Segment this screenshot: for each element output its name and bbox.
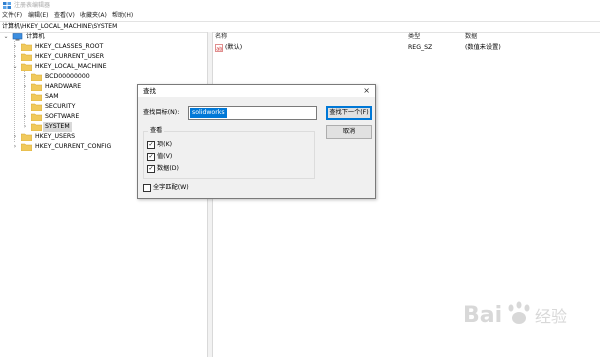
close-icon[interactable]: × (363, 85, 370, 97)
chevron-right-icon[interactable]: › (11, 132, 19, 142)
column-header-data[interactable]: 数据 (465, 32, 477, 42)
window-title: 注册表编辑器 (14, 2, 51, 9)
tree-item-label: 计算机 (26, 33, 45, 40)
chevron-right-icon[interactable]: › (21, 112, 29, 122)
find-label: 查找目标(N): (143, 109, 180, 116)
value-name: (默认) (225, 44, 243, 51)
dialog-title-bar[interactable]: 查找 × (138, 85, 375, 97)
tree-item-label: SOFTWARE (45, 113, 80, 120)
folder-icon (21, 53, 32, 61)
dialog-title: 查找 (143, 87, 156, 95)
tree-item-label: BCD00000000 (45, 73, 90, 80)
folder-icon (21, 133, 32, 141)
regedit-icon (3, 2, 11, 9)
string-value-icon: ab (215, 44, 223, 52)
checkbox-checked-icon: ✓ (147, 165, 155, 173)
chevron-right-icon[interactable]: › (11, 42, 19, 52)
menu-help[interactable]: 帮助(H) (112, 11, 133, 21)
address-text: 计算机\HKEY_LOCAL_MACHINE\SYSTEM (2, 23, 118, 30)
chevron-right-icon[interactable]: › (21, 82, 29, 92)
folder-open-icon (21, 63, 32, 71)
tree-item-label: HKEY_LOCAL_MACHINE (35, 63, 107, 70)
svg-text:经验: 经验 (535, 307, 567, 326)
value-type: REG_SZ (408, 44, 433, 51)
checkbox-label: 值(V) (157, 153, 173, 160)
svg-text:Bai: Bai (463, 303, 502, 328)
folder-icon (31, 93, 42, 101)
tree-item-label: SAM (45, 93, 59, 100)
baidu-watermark: Bai 经验 (463, 294, 583, 334)
checkbox-checked-icon: ✓ (147, 153, 155, 161)
chevron-down-icon[interactable]: ⌄ (2, 32, 10, 42)
tree-item-label: HKEY_USERS (35, 133, 76, 140)
menu-edit[interactable]: 编辑(E) (28, 11, 48, 21)
computer-icon (12, 33, 23, 41)
folder-icon (31, 73, 42, 81)
menu-bar: 文件(F) 编辑(E) 查看(V) 收藏夹(A) 帮助(H) (0, 11, 600, 21)
group-label: 查看 (148, 126, 165, 136)
find-next-button[interactable]: 查找下一个(F) (326, 106, 372, 120)
menu-favorites[interactable]: 收藏夹(A) (80, 11, 107, 21)
tree-item-label: SYSTEM (43, 122, 72, 132)
checkbox-label: 全字匹配(W) (153, 184, 189, 191)
chevron-right-icon[interactable]: › (21, 122, 29, 132)
menu-view[interactable]: 查看(V) (54, 11, 75, 21)
folder-icon (21, 43, 32, 51)
folder-icon (31, 83, 42, 91)
checkbox-label: 项(K) (157, 141, 173, 148)
svg-text:ab: ab (216, 46, 222, 52)
checkbox-checked-icon: ✓ (147, 141, 155, 149)
find-input[interactable]: solidworks (188, 106, 317, 120)
chevron-right-icon[interactable]: › (11, 52, 19, 62)
tree-item-label: HKEY_CURRENT_USER (35, 53, 105, 60)
cancel-button[interactable]: 取消 (326, 125, 372, 139)
folder-icon (31, 123, 42, 131)
baidu-logo: Bai 经验 (463, 301, 567, 328)
column-header-name[interactable]: 名称 (215, 32, 227, 42)
tree-item-label: HKEY_CURRENT_CONFIG (35, 143, 112, 150)
tree-item-label: SECURITY (45, 103, 76, 110)
tree-item-label: HKEY_CLASSES_ROOT (35, 43, 104, 50)
checkbox-unchecked-icon (143, 184, 151, 192)
chevron-right-icon[interactable]: › (11, 142, 19, 152)
menu-file[interactable]: 文件(F) (2, 11, 22, 21)
folder-icon (21, 143, 32, 151)
chevron-down-icon[interactable]: ⌄ (11, 62, 19, 72)
folder-icon (31, 103, 42, 111)
folder-icon (31, 113, 42, 121)
find-input-value: solidworks (190, 108, 227, 118)
column-header-type[interactable]: 类型 (408, 32, 420, 42)
find-dialog: 查找 × 查找目标(N): solidworks 查找下一个(F) 取消 查看 … (137, 84, 376, 199)
value-data: (数值未设置) (465, 44, 501, 51)
tree-item-label: HARDWARE (45, 83, 82, 90)
chevron-right-icon[interactable]: › (21, 72, 29, 82)
checkbox-label: 数据(D) (157, 165, 179, 172)
title-bar: 注册表编辑器 (0, 0, 600, 11)
